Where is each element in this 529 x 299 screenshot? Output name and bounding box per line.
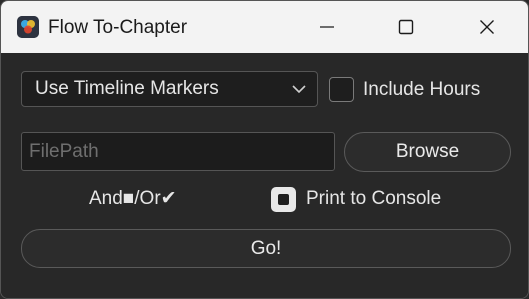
davinci-resolve-icon [17, 16, 39, 38]
filepath-input[interactable] [21, 132, 335, 171]
title-bar[interactable]: Flow To-Chapter [1, 1, 528, 53]
print-to-console-label[interactable]: Print to Console [306, 187, 441, 211]
window-title: Flow To-Chapter [48, 17, 188, 38]
maximize-icon [398, 19, 414, 35]
print-to-console-checkbox[interactable] [271, 187, 296, 212]
include-hours-checkbox[interactable] [329, 77, 354, 102]
andor-label: And■/Or✔ [89, 188, 177, 209]
minimize-button[interactable] [304, 1, 350, 53]
close-button[interactable] [464, 1, 510, 53]
minimize-icon [320, 26, 334, 28]
marker-source-value: Use Timeline Markers [35, 78, 219, 99]
form-panel: Use Timeline Markers Include Hours Brows… [1, 53, 528, 298]
app-window: Flow To-Chapter Use Timeline Markers Inc… [0, 0, 529, 299]
browse-button[interactable]: Browse [344, 132, 511, 172]
maximize-button[interactable] [383, 1, 429, 53]
marker-source-dropdown[interactable]: Use Timeline Markers [21, 71, 318, 107]
include-hours-label[interactable]: Include Hours [363, 78, 480, 102]
chevron-down-icon [292, 85, 306, 94]
close-icon [480, 20, 494, 34]
checkbox-check-mark [278, 194, 289, 205]
go-button[interactable]: Go! [21, 229, 511, 268]
